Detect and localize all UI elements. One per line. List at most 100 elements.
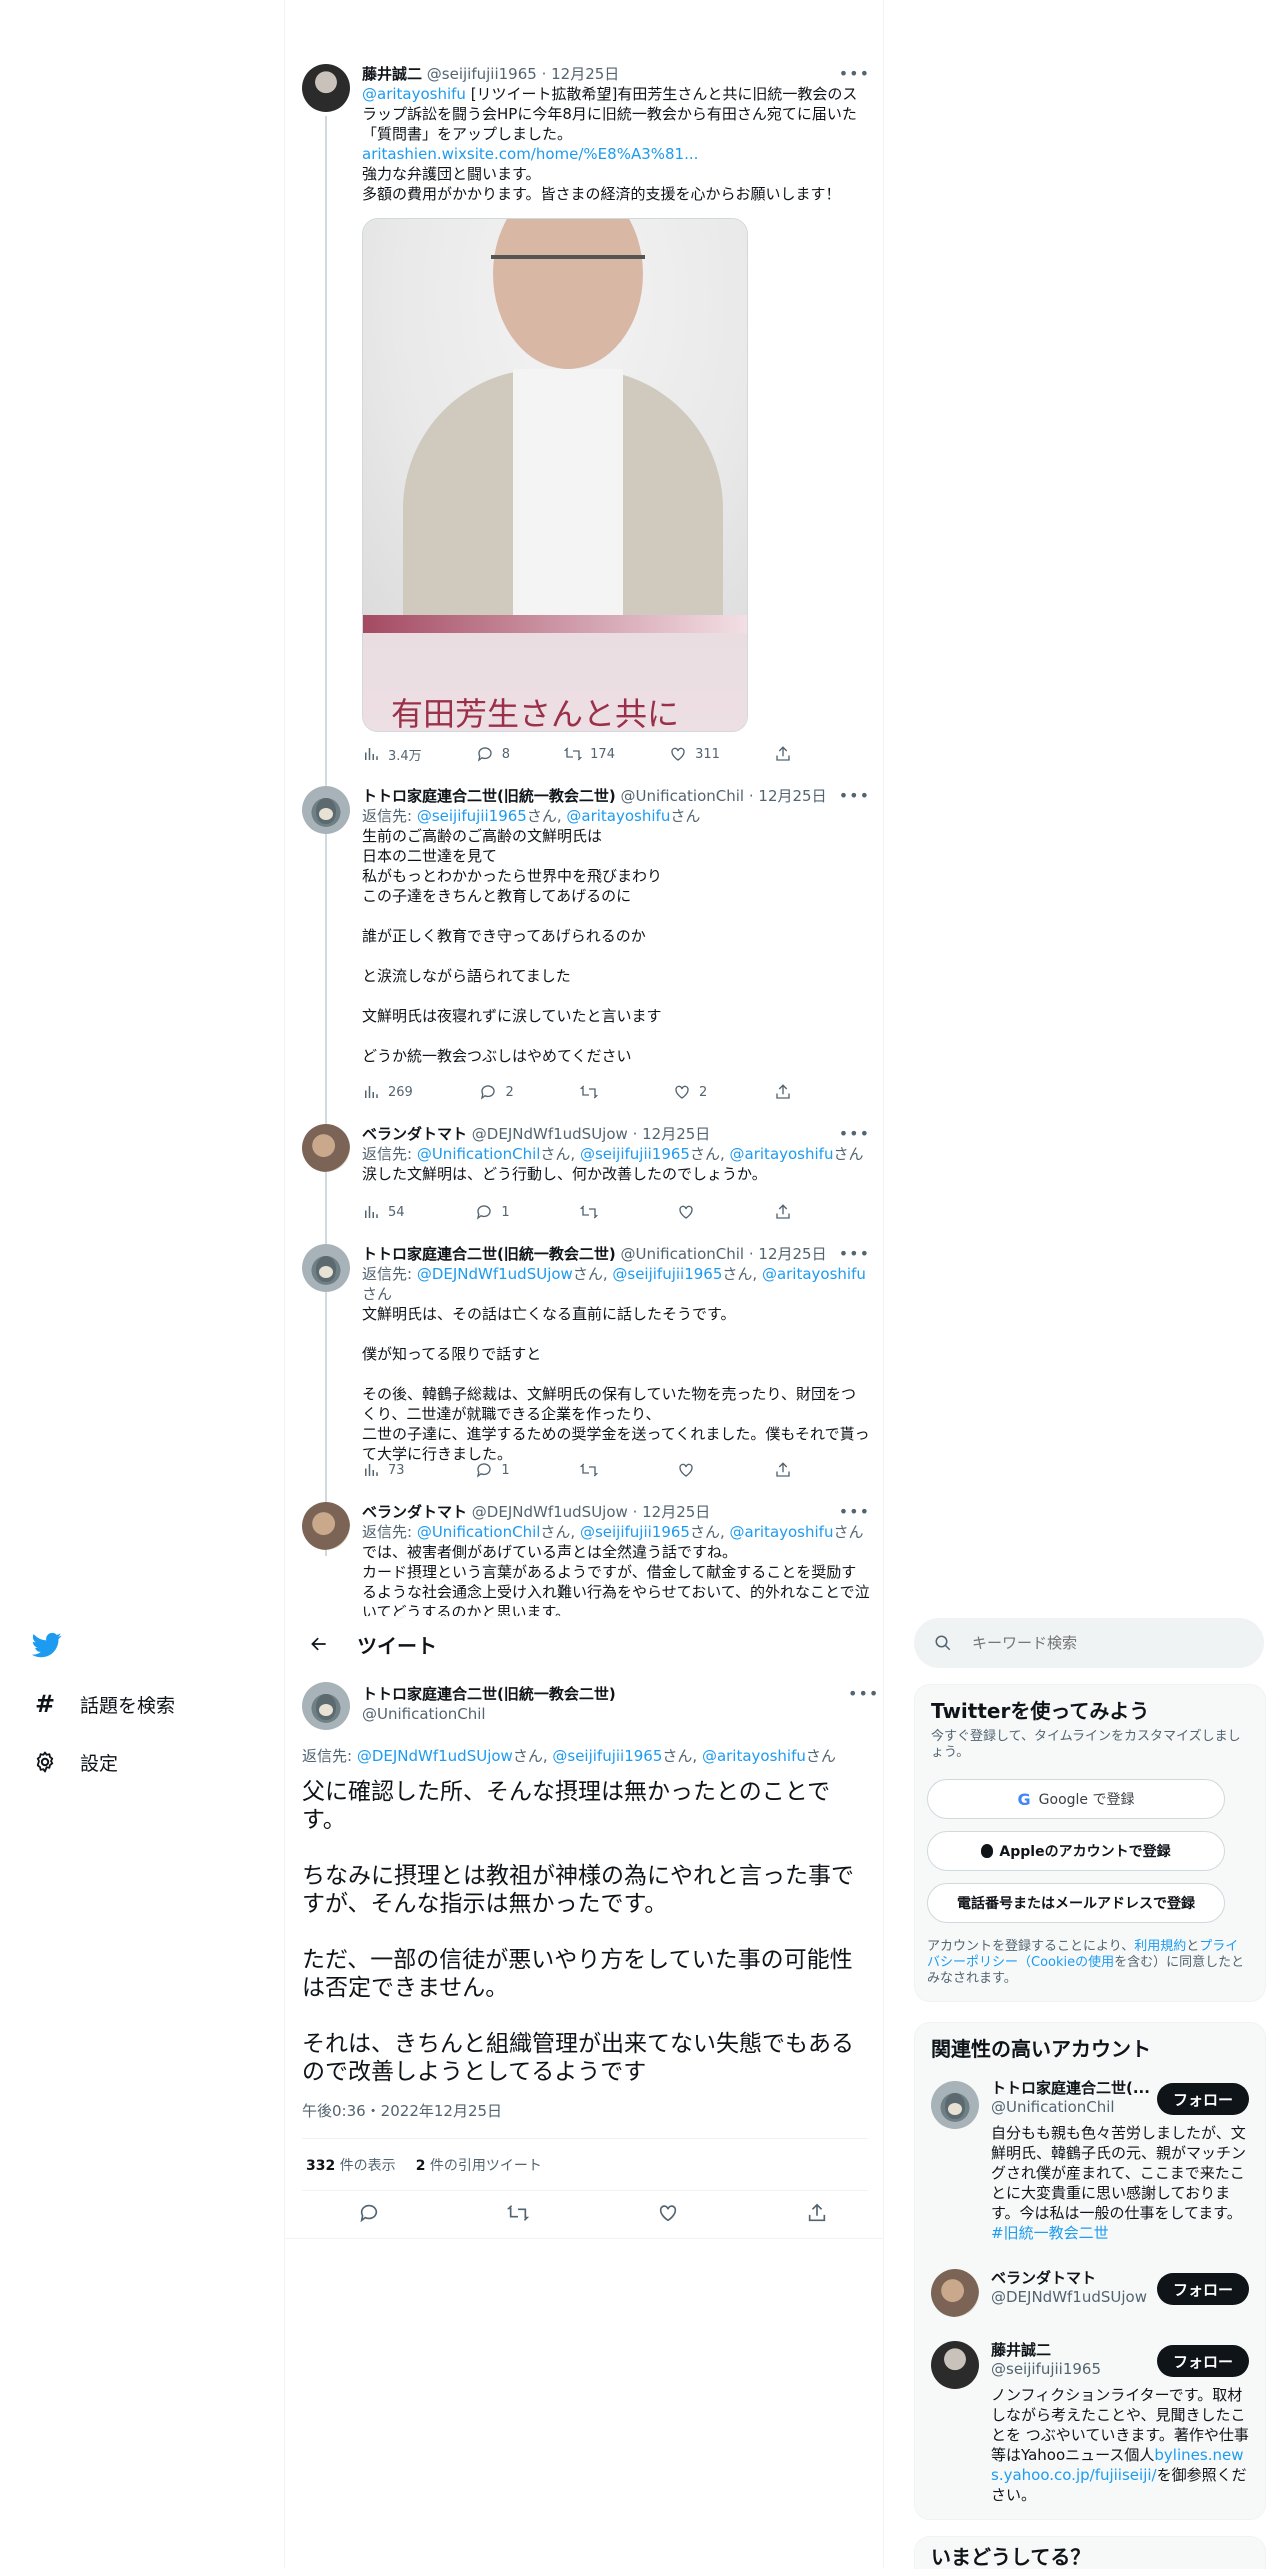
tweet-image[interactable]: 有田芳生さんと共に — [362, 218, 748, 732]
related-account[interactable]: ベランダトマト @DEJNdWf1udSUjow — [991, 2269, 1151, 2307]
author-name[interactable]: ベランダトマト — [362, 1125, 467, 1143]
nav-item-explore[interactable]: # 話題を検索 — [32, 1686, 175, 1722]
related-account[interactable]: トトロ家庭連合二世(... @UnificationChil — [991, 2079, 1151, 2117]
like-button[interactable] — [677, 1460, 703, 1480]
follow-button[interactable]: フォロー — [1157, 2273, 1249, 2305]
more-options-icon[interactable]: ••• — [839, 786, 870, 806]
reply-button[interactable]: 2 — [479, 1082, 514, 1102]
author-name[interactable]: トトロ家庭連合二世(旧統一教会二世) — [362, 1684, 616, 1704]
terms-link[interactable]: 利用規約 — [1134, 1939, 1186, 1954]
mention-link[interactable]: @DEJNdWf1udSUjow — [417, 1265, 573, 1283]
avatar[interactable] — [302, 1244, 350, 1292]
phone-signup-button[interactable]: 電話番号またはメールアドレスで登録 — [927, 1883, 1225, 1923]
avatar[interactable] — [302, 1682, 350, 1730]
reply-button[interactable]: 1 — [475, 1202, 510, 1222]
author-handle[interactable]: @seijifujii1965 — [427, 65, 537, 83]
more-options-icon[interactable]: ••• — [839, 1124, 870, 1144]
avatar[interactable] — [302, 1124, 350, 1172]
tweet-timestamp[interactable]: 午後0:36・2022年12月25日 — [302, 2100, 502, 2121]
mention-link[interactable]: @seijifujii1965 — [417, 807, 527, 825]
more-options-icon[interactable]: ••• — [839, 1502, 870, 1522]
author-name[interactable]: トトロ家庭連合二世(旧統一教会二世) — [362, 1245, 616, 1263]
quote-tweets-count[interactable]: 2 件の引用ツイート — [416, 2155, 542, 2175]
mention-link[interactable]: @aritayoshifu — [702, 1747, 806, 1765]
share-button[interactable] — [774, 744, 792, 764]
follow-button[interactable]: フォロー — [1157, 2345, 1249, 2377]
thread-tweet-5[interactable]: ベランダトマト @DEJNdWf1udSUjow · 12月25日 ••• 返信… — [362, 1502, 870, 1618]
account-handle[interactable]: @seijifujii1965 — [991, 2360, 1151, 2379]
follow-button[interactable]: フォロー — [1157, 2083, 1249, 2115]
main-tweet-author[interactable]: トトロ家庭連合二世(旧統一教会二世) @UnificationChil — [362, 1684, 616, 1724]
tweet-date[interactable]: 12月25日 — [758, 787, 826, 805]
more-options-icon[interactable]: ••• — [839, 64, 870, 84]
views-stat[interactable]: 3.4万 — [362, 744, 422, 764]
tweet-date[interactable]: 12月25日 — [758, 1245, 826, 1263]
search-input[interactable] — [970, 1633, 1244, 1653]
apple-signup-button[interactable]: Appleのアカウントで登録 — [927, 1831, 1225, 1871]
more-options-icon[interactable]: ••• — [848, 1684, 879, 1703]
share-button[interactable] — [806, 2202, 828, 2226]
account-name[interactable]: 藤井誠二 — [991, 2341, 1151, 2360]
author-handle[interactable]: @DEJNdWf1udSUjow — [472, 1503, 628, 1521]
reply-button[interactable]: 1 — [475, 1460, 510, 1480]
mention-link[interactable]: @seijifujii1965 — [580, 1145, 690, 1163]
author-name[interactable]: ベランダトマト — [362, 1503, 467, 1521]
views-stat[interactable]: 73 — [362, 1460, 405, 1480]
account-handle[interactable]: @DEJNdWf1udSUjow — [991, 2288, 1151, 2307]
avatar[interactable] — [302, 1502, 350, 1550]
author-name[interactable]: 藤井誠二 — [362, 65, 422, 83]
twitter-logo-icon[interactable] — [31, 1630, 64, 1662]
avatar[interactable] — [302, 64, 350, 112]
share-button[interactable] — [774, 1460, 792, 1480]
avatar[interactable] — [931, 2269, 979, 2317]
share-button[interactable] — [774, 1082, 792, 1102]
reply-button[interactable] — [358, 2202, 380, 2226]
mention-link[interactable]: @aritayoshifu — [730, 1145, 834, 1163]
mention-link[interactable]: @aritayoshifu — [566, 807, 670, 825]
like-button[interactable] — [657, 2202, 679, 2226]
retweet-button[interactable] — [580, 1202, 606, 1222]
author-handle[interactable]: @UnificationChil — [621, 787, 745, 805]
tweet-date[interactable]: 12月25日 — [642, 1503, 710, 1521]
retweet-button[interactable] — [580, 1082, 606, 1102]
views-count[interactable]: 332 件の表示 — [306, 2155, 396, 2175]
tweet-date[interactable]: 12月25日 — [551, 65, 619, 83]
mention-link[interactable]: @aritayoshifu — [762, 1265, 866, 1283]
author-handle[interactable]: @UnificationChil — [362, 1704, 616, 1724]
nav-item-settings[interactable]: 設定 — [32, 1744, 118, 1780]
views-stat[interactable]: 54 — [362, 1202, 405, 1222]
search-box[interactable] — [914, 1618, 1264, 1668]
hashtag-link[interactable]: #旧統一教会二世 — [991, 2224, 1109, 2242]
retweet-button[interactable]: 174 — [564, 744, 615, 764]
avatar[interactable] — [302, 786, 350, 834]
like-button[interactable] — [677, 1202, 703, 1222]
mention-link[interactable]: @UnificationChil — [417, 1145, 541, 1163]
thread-tweet-1[interactable]: 藤井誠二 @seijifujii1965 · 12月25日 ••• @arita… — [362, 64, 870, 204]
thread-tweet-2[interactable]: トトロ家庭連合二世(旧統一教会二世) @UnificationChil · 12… — [362, 786, 870, 1066]
avatar[interactable] — [931, 2081, 979, 2129]
mention-link[interactable]: @seijifujii1965 — [580, 1523, 690, 1541]
like-button[interactable]: 311 — [669, 744, 720, 764]
avatar[interactable] — [931, 2341, 979, 2389]
tweet-date[interactable]: 12月25日 — [642, 1125, 710, 1143]
google-signup-button[interactable]: G Google で登録 — [927, 1779, 1225, 1819]
views-stat[interactable]: 269 — [362, 1082, 413, 1102]
related-account[interactable]: 藤井誠二 @seijifujii1965 — [991, 2341, 1151, 2379]
retweet-button[interactable] — [580, 1460, 606, 1480]
account-name[interactable]: トトロ家庭連合二世(... — [991, 2079, 1151, 2098]
author-name[interactable]: トトロ家庭連合二世(旧統一教会二世) — [362, 787, 616, 805]
mention-link[interactable]: @UnificationChil — [417, 1523, 541, 1541]
reply-button[interactable]: 8 — [476, 744, 510, 764]
like-button[interactable]: 2 — [673, 1082, 707, 1102]
author-handle[interactable]: @UnificationChil — [621, 1245, 745, 1263]
share-button[interactable] — [774, 1202, 792, 1222]
account-name[interactable]: ベランダトマト — [991, 2269, 1151, 2288]
retweet-button[interactable] — [507, 2202, 530, 2226]
mention-link[interactable]: @DEJNdWf1udSUjow — [357, 1747, 513, 1765]
external-link[interactable]: aritashien.wixsite.com/home/%E8%A3%81... — [362, 144, 870, 164]
mention-link[interactable]: @seijifujii1965 — [552, 1747, 662, 1765]
account-handle[interactable]: @UnificationChil — [991, 2098, 1151, 2117]
mention-link[interactable]: @seijifujii1965 — [612, 1265, 722, 1283]
thread-tweet-3[interactable]: ベランダトマト @DEJNdWf1udSUjow · 12月25日 ••• 返信… — [362, 1124, 870, 1184]
back-arrow-icon[interactable] — [301, 1626, 337, 1662]
